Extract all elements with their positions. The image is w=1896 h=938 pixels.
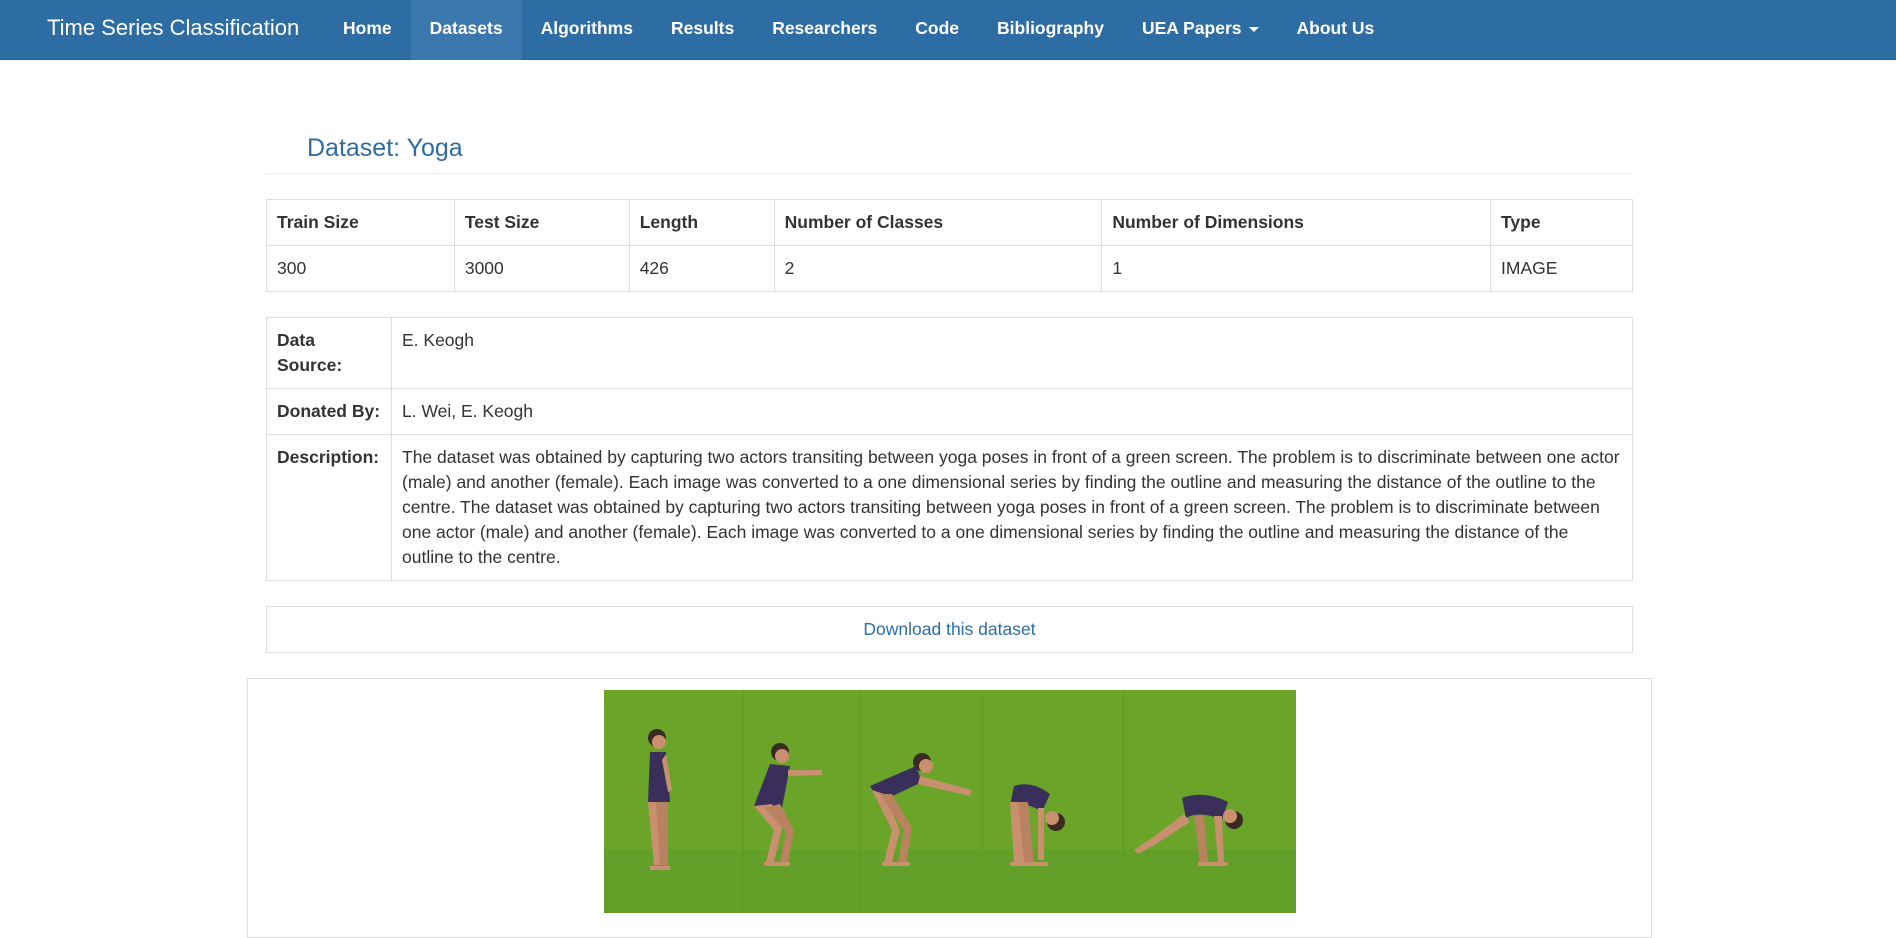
length-value: 426 xyxy=(628,245,775,292)
num-dimensions-header: Number of Dimensions xyxy=(1101,199,1492,246)
num-classes-value: 2 xyxy=(773,245,1103,292)
data-source-row: Data Source: E. Keogh xyxy=(266,317,1633,389)
nav-datasets-link[interactable]: Datasets xyxy=(410,0,522,60)
nav-code-link[interactable]: Code xyxy=(896,0,978,60)
num-dimensions-value: 1 xyxy=(1101,245,1492,292)
type-value: IMAGE xyxy=(1490,245,1633,292)
top-navbar: Time Series Classification Home Datasets… xyxy=(0,0,1896,60)
caret-down-icon xyxy=(1248,26,1259,32)
description-value: The dataset was obtained by capturing tw… xyxy=(391,434,1633,581)
page-title: Dataset: Yoga xyxy=(307,134,463,162)
download-dataset-link[interactable]: Download this dataset xyxy=(863,619,1035,639)
nav-bibliography-link[interactable]: Bibliography xyxy=(978,0,1123,60)
nav-item-bibliography: Bibliography xyxy=(978,0,1123,60)
stats-header-row: Train Size Test Size Length Number of Cl… xyxy=(266,199,1633,246)
download-panel: Download this dataset xyxy=(266,606,1633,653)
frame-divider-1 xyxy=(742,690,744,913)
nav-item-home: Home xyxy=(324,0,411,60)
frame-divider-4 xyxy=(1122,690,1124,913)
donated-by-label: Donated By: xyxy=(266,388,392,435)
nav-item-about: About Us xyxy=(1278,0,1394,60)
nav-results-link[interactable]: Results xyxy=(652,0,753,60)
page-header: Dataset: Yoga xyxy=(266,128,1633,174)
data-source-value: E. Keogh xyxy=(391,317,1633,389)
test-size-header: Test Size xyxy=(453,199,630,246)
nav-item-results: Results xyxy=(652,0,753,60)
nav-item-algorithms: Algorithms xyxy=(522,0,652,60)
description-label: Description: xyxy=(266,434,392,581)
yoga-poses-image xyxy=(604,690,1296,913)
dataset-info-table: Data Source: E. Keogh Donated By: L. Wei… xyxy=(266,317,1633,581)
nav-item-code: Code xyxy=(896,0,978,60)
length-header: Length xyxy=(628,199,775,246)
type-header: Type xyxy=(1490,199,1633,246)
main-nav: Home Datasets Algorithms Results Researc… xyxy=(324,0,1393,60)
nav-researchers-link[interactable]: Researchers xyxy=(753,0,896,60)
train-size-value: 300 xyxy=(266,245,455,292)
train-size-header: Train Size xyxy=(266,199,455,246)
brand-link[interactable]: Time Series Classification xyxy=(47,0,299,60)
nav-item-uea-papers: UEA Papers xyxy=(1123,0,1278,60)
nav-item-datasets: Datasets xyxy=(410,0,522,60)
nav-uea-papers-dropdown[interactable]: UEA Papers xyxy=(1123,0,1278,60)
test-size-value: 3000 xyxy=(453,245,630,292)
floor-strip xyxy=(604,850,1296,913)
nav-item-researchers: Researchers xyxy=(753,0,896,60)
donated-by-value: L. Wei, E. Keogh xyxy=(391,388,1633,435)
frame-divider-2 xyxy=(859,690,861,913)
data-source-label: Data Source: xyxy=(266,317,392,389)
dataset-stats-table: Train Size Test Size Length Number of Cl… xyxy=(266,199,1633,292)
num-classes-header: Number of Classes xyxy=(773,199,1103,246)
nav-about-link[interactable]: About Us xyxy=(1278,0,1394,60)
description-row: Description: The dataset was obtained by… xyxy=(266,434,1633,581)
donated-by-row: Donated By: L. Wei, E. Keogh xyxy=(266,388,1633,435)
nav-uea-papers-label: UEA Papers xyxy=(1141,18,1242,38)
nav-home-link[interactable]: Home xyxy=(324,0,411,60)
frame-divider-3 xyxy=(981,690,983,913)
stats-value-row: 300 3000 426 2 1 IMAGE xyxy=(266,245,1633,292)
nav-algorithms-link[interactable]: Algorithms xyxy=(522,0,652,60)
